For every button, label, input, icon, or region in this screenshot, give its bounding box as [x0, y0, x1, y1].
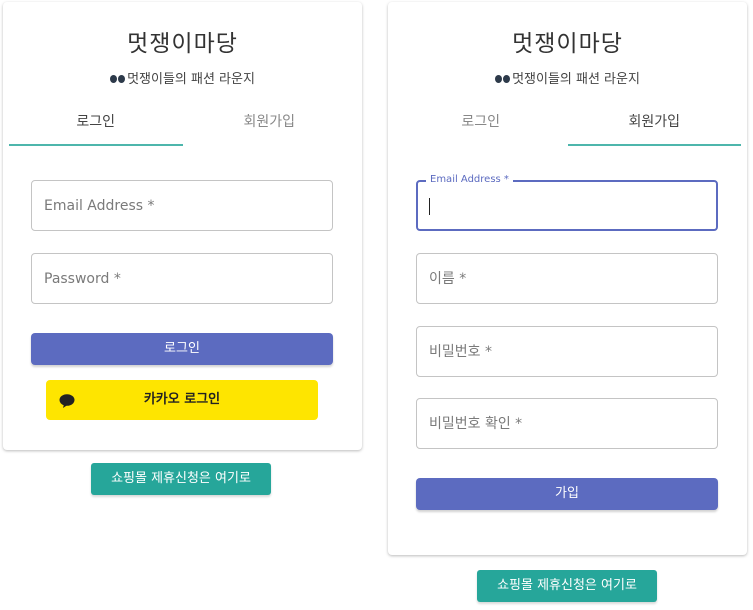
- tab-indicator: [9, 144, 183, 146]
- auth-tabs: 로그인 회원가입: [9, 106, 356, 146]
- login-card: 멋쟁이마당 멋쟁이들의 패션 라운지 로그인 회원가입 로그인 카카오 로그인: [3, 2, 362, 450]
- signup-card: 멋쟁이마당 멋쟁이들의 패션 라운지 로그인 회원가입 Email Addres…: [388, 2, 747, 555]
- email-input[interactable]: [32, 181, 332, 230]
- tab-login[interactable]: 로그인: [394, 106, 568, 146]
- name-input[interactable]: [417, 254, 717, 303]
- password-input[interactable]: [32, 254, 332, 303]
- auth-tabs: 로그인 회원가입: [394, 106, 741, 146]
- kakao-login-label: 카카오 로그인: [143, 392, 221, 407]
- login-button[interactable]: 로그인: [31, 333, 333, 365]
- brand-title: 멋쟁이마당: [127, 31, 238, 57]
- glasses-icon: [110, 75, 126, 84]
- signup-button[interactable]: 가입: [416, 478, 718, 510]
- password-confirm-field[interactable]: [416, 398, 718, 449]
- signup-password-input[interactable]: [417, 327, 717, 376]
- email-field[interactable]: [31, 180, 333, 231]
- tab-login[interactable]: 로그인: [9, 106, 183, 146]
- name-field[interactable]: [416, 253, 718, 304]
- signup-email-field[interactable]: Email Address *: [416, 174, 718, 231]
- brand-subtitle-text: 멋쟁이들의 패션 라운지: [512, 72, 640, 87]
- brand-subtitle: 멋쟁이들의 패션 라운지: [3, 68, 362, 87]
- tab-signup[interactable]: 회원가입: [568, 106, 742, 146]
- tab-indicator: [567, 144, 741, 146]
- password-confirm-input[interactable]: [417, 399, 717, 448]
- brand-title: 멋쟁이마당: [512, 31, 623, 57]
- glasses-icon: [495, 75, 511, 84]
- partner-apply-button[interactable]: 쇼핑몰 제휴신청은 여기로: [91, 463, 271, 495]
- tab-signup[interactable]: 회원가입: [183, 106, 357, 146]
- signup-password-field[interactable]: [416, 326, 718, 377]
- text-caret: [429, 198, 430, 215]
- partner-apply-button[interactable]: 쇼핑몰 제휴신청은 여기로: [477, 570, 657, 602]
- signup-email-input[interactable]: [418, 182, 716, 229]
- email-floating-label: Email Address *: [426, 174, 513, 185]
- kakao-login-button[interactable]: 카카오 로그인: [46, 380, 318, 420]
- brand-subtitle: 멋쟁이들의 패션 라운지: [388, 68, 747, 87]
- password-field[interactable]: [31, 253, 333, 304]
- brand-subtitle-text: 멋쟁이들의 패션 라운지: [127, 72, 255, 87]
